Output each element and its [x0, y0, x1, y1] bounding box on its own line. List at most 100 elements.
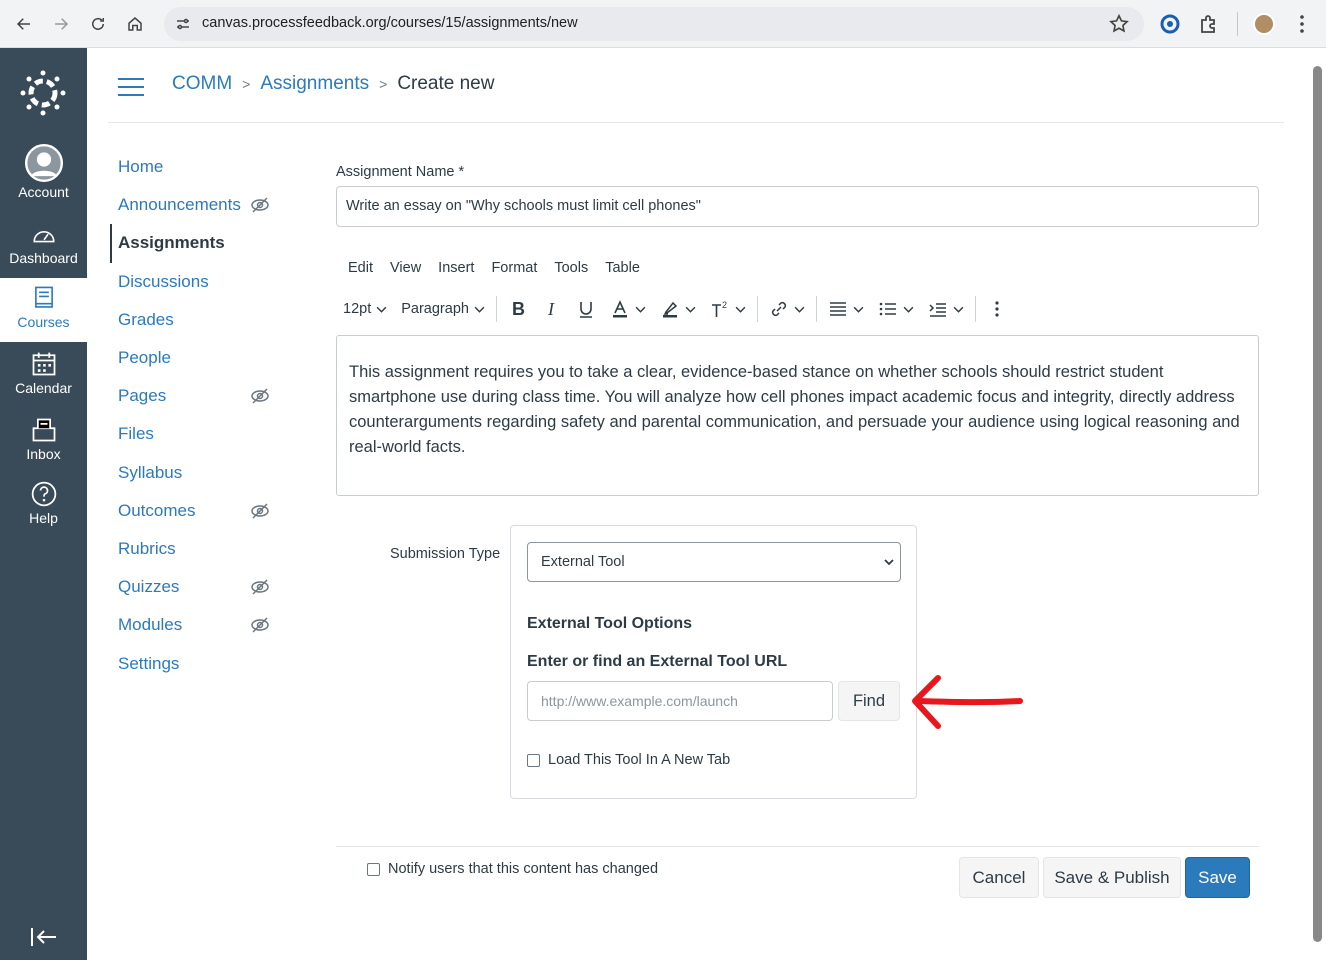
chevron-down-icon: [376, 306, 387, 313]
breadcrumb-course[interactable]: COMM: [172, 73, 232, 95]
site-settings-icon[interactable]: [174, 15, 192, 33]
course-nav-label: Grades: [118, 309, 174, 329]
global-nav-dashboard[interactable]: Dashboard: [0, 216, 87, 276]
assignment-name-input[interactable]: Write an essay on "Why schools must limi…: [336, 186, 1259, 227]
indent-button[interactable]: [921, 292, 971, 326]
save-button[interactable]: Save: [1185, 857, 1250, 898]
submission-type-select[interactable]: External Tool: [527, 542, 901, 582]
bookmark-star-icon[interactable]: [1108, 13, 1130, 35]
course-nav-people[interactable]: People: [110, 339, 280, 377]
course-nav-pages[interactable]: Pages: [110, 377, 280, 415]
bold-button[interactable]: B: [501, 292, 535, 326]
course-nav-rubrics[interactable]: Rubrics: [110, 530, 280, 568]
course-nav-discussions[interactable]: Discussions: [110, 263, 280, 301]
page-scrollbar[interactable]: [1310, 48, 1326, 960]
italic-icon: I: [547, 299, 555, 319]
extension-icon[interactable]: [1158, 12, 1182, 36]
global-nav-label: Dashboard: [9, 250, 78, 266]
course-menu-toggle[interactable]: [118, 78, 144, 98]
save-and-publish-button[interactable]: Save & Publish: [1043, 857, 1181, 898]
course-nav-outcomes[interactable]: Outcomes: [110, 492, 280, 530]
assignment-description-editor[interactable]: This assignment requires you to take a c…: [336, 335, 1259, 496]
highlight-color-button[interactable]: [653, 292, 703, 326]
svg-text:I: I: [547, 299, 555, 319]
course-nav-syllabus[interactable]: Syllabus: [110, 454, 280, 492]
block-format-dropdown[interactable]: Paragraph: [394, 292, 492, 326]
menu-format[interactable]: Format: [491, 260, 537, 276]
menu-insert[interactable]: Insert: [438, 260, 474, 276]
home-icon[interactable]: [121, 10, 149, 38]
header-divider: [108, 122, 1284, 123]
account-avatar-icon: [24, 144, 63, 182]
global-nav-courses[interactable]: Courses: [0, 278, 87, 342]
more-toolbar-button[interactable]: [980, 292, 1014, 326]
chevron-down-icon: [474, 306, 485, 313]
canvas-logo[interactable]: [20, 70, 66, 116]
notify-checkbox[interactable]: [367, 862, 380, 876]
global-nav-label: Account: [18, 184, 69, 200]
course-nav-label: Quizzes: [118, 577, 180, 597]
editor-menubar: Edit View Insert Format Tools Table: [348, 260, 640, 276]
global-nav-help[interactable]: Help: [0, 476, 87, 536]
form-footer-divider: [336, 846, 1259, 847]
puzzle-icon[interactable]: [1197, 12, 1221, 36]
chevron-down-icon: [953, 306, 964, 313]
reload-icon[interactable]: [84, 10, 112, 38]
scrollbar-thumb[interactable]: [1313, 66, 1322, 942]
more-menu-icon[interactable]: [1290, 12, 1314, 36]
course-nav-quizzes[interactable]: Quizzes: [110, 568, 280, 606]
breadcrumb-assignments[interactable]: Assignments: [260, 73, 369, 95]
bullet-list-button[interactable]: [871, 292, 921, 326]
course-nav-files[interactable]: Files: [110, 415, 280, 453]
font-size-dropdown[interactable]: 12pt: [336, 292, 394, 326]
text-color-button[interactable]: [603, 292, 653, 326]
menu-view[interactable]: View: [390, 260, 421, 276]
text-color-icon: [612, 300, 627, 318]
global-nav-inbox[interactable]: Inbox: [0, 412, 87, 472]
dashboard-icon: [32, 230, 55, 243]
chevron-down-icon: [635, 306, 646, 313]
global-nav-label: Help: [29, 510, 58, 526]
submission-type-label: Submission Type: [390, 546, 501, 562]
course-nav-home[interactable]: Home: [110, 148, 280, 186]
bullet-list-icon: [879, 302, 896, 316]
course-nav-modules[interactable]: Modules: [110, 606, 280, 644]
course-nav-grades[interactable]: Grades: [110, 301, 280, 339]
chevron-down-icon: [794, 306, 805, 313]
forward-icon[interactable]: [47, 10, 75, 38]
align-button[interactable]: [821, 292, 871, 326]
link-icon: [771, 301, 786, 317]
description-text[interactable]: This assignment requires you to take a c…: [349, 360, 1246, 460]
external-tool-url-input[interactable]: http://www.example.com/launch: [527, 681, 833, 721]
find-button[interactable]: Find: [838, 681, 900, 721]
course-nav-announcements[interactable]: Announcements: [110, 186, 280, 224]
profile-avatar[interactable]: [1253, 13, 1275, 35]
course-nav-assignments[interactable]: Assignments: [110, 224, 280, 263]
font-size-value: 12pt: [343, 301, 372, 317]
global-navigation: Account Dashboard Courses Calendar Inbox…: [0, 48, 87, 960]
link-button[interactable]: [762, 292, 812, 326]
global-nav-account[interactable]: Account: [0, 140, 87, 206]
cancel-button[interactable]: Cancel: [959, 857, 1039, 898]
course-nav-label: Home: [118, 157, 164, 177]
collapse-nav-icon[interactable]: [30, 926, 58, 948]
menu-tools[interactable]: Tools: [554, 260, 588, 276]
underline-icon: [579, 302, 592, 318]
address-bar[interactable]: canvas.processfeedback.org/courses/15/as…: [164, 7, 1144, 41]
superscript-button[interactable]: 2: [703, 292, 753, 326]
breadcrumb-current: Create new: [397, 73, 495, 94]
url-text[interactable]: canvas.processfeedback.org/courses/15/as…: [202, 15, 578, 31]
course-nav-settings[interactable]: Settings: [110, 644, 280, 682]
new-tab-checkbox[interactable]: [527, 753, 540, 767]
underline-button[interactable]: [569, 292, 603, 326]
toolbar-divider: [495, 296, 497, 322]
course-nav-label: Pages: [118, 386, 167, 406]
menu-table[interactable]: Table: [605, 260, 640, 276]
calendar-icon: [32, 352, 55, 376]
back-icon[interactable]: [10, 10, 38, 38]
bold-icon: B: [512, 299, 525, 319]
course-nav-label: People: [118, 348, 171, 368]
italic-button[interactable]: I: [535, 292, 569, 326]
global-nav-calendar[interactable]: Calendar: [0, 346, 87, 406]
menu-edit[interactable]: Edit: [348, 260, 373, 276]
